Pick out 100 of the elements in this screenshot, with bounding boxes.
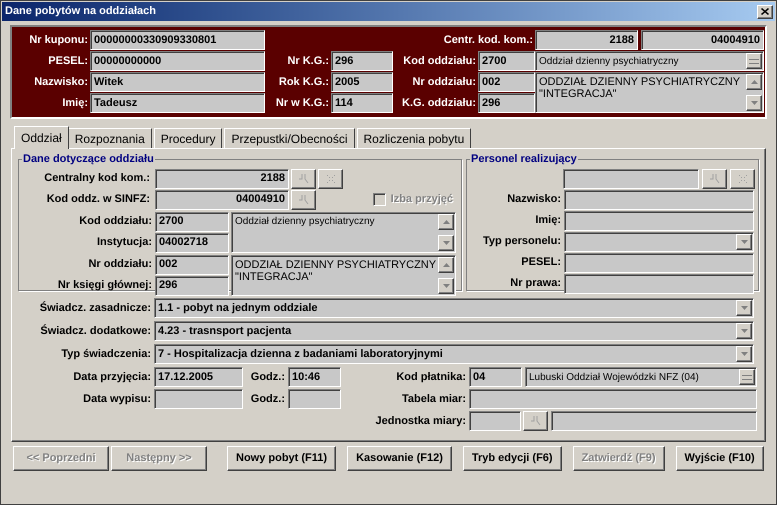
lookup-button[interactable] <box>291 190 316 210</box>
field-label: Kod płatnika: <box>395 370 467 385</box>
spin-button[interactable] <box>746 53 762 69</box>
text-field[interactable] <box>469 411 521 431</box>
text-field[interactable] <box>564 274 754 294</box>
clear-button[interactable] <box>318 168 343 188</box>
dropdown-field[interactable]: Lubuski Oddział Wojewódzki NFZ (04) <box>525 367 757 387</box>
tab[interactable]: Procedury <box>154 128 222 148</box>
close-button[interactable] <box>757 4 773 18</box>
lookup-button[interactable] <box>702 168 727 188</box>
text-field[interactable]: 002 <box>478 72 535 92</box>
text-field[interactable]: 04002718 <box>155 232 229 252</box>
dropdown-button[interactable] <box>736 323 752 339</box>
field-label: Tabela miar: <box>401 392 467 407</box>
spin-button[interactable] <box>739 369 755 385</box>
dropdown-button[interactable] <box>736 346 752 362</box>
scroll-down-button[interactable] <box>438 278 454 294</box>
text-field[interactable]: 00000000330909330801 <box>90 30 265 50</box>
window-title: Dane pobytów na oddziałach <box>5 4 156 20</box>
dropdown-value: 4.23 - trasnsport pacjenta <box>158 324 292 339</box>
command-button[interactable]: Kasowanie (F12) <box>347 446 452 471</box>
caret-up-icon <box>750 80 758 84</box>
dropdown-value: 7 - Hospitalizacja dzienna z badaniami laboratoryjnymi <box>158 346 444 362</box>
text-field[interactable]: 2700 <box>478 51 535 71</box>
command-button[interactable]: Nowy pobyt (F11) <box>227 446 336 471</box>
field-label: Nazwisko: <box>33 74 89 90</box>
text-field[interactable]: Tadeusz <box>90 93 265 113</box>
clear-button[interactable] <box>730 168 755 188</box>
text-field[interactable]: 296 <box>478 93 535 113</box>
scroll-down-button[interactable] <box>746 95 762 111</box>
text-field[interactable] <box>564 210 754 230</box>
tab[interactable]: Rozpoznania <box>68 128 152 148</box>
text-field[interactable]: 04 <box>469 367 522 387</box>
text-field[interactable] <box>564 252 754 272</box>
text-field[interactable]: 114 <box>331 93 393 113</box>
field-label: Typ personelu: <box>482 234 562 250</box>
scroll-up-button[interactable] <box>438 256 454 272</box>
dropdown-button[interactable] <box>736 300 752 316</box>
text-field[interactable]: 04004910 <box>641 30 764 50</box>
lines-icon <box>749 58 759 64</box>
text-field[interactable]: 04004910 <box>155 190 289 210</box>
scroll-down-button[interactable] <box>438 234 454 250</box>
text-field[interactable] <box>154 389 243 409</box>
dropdown-field[interactable]: 4.23 - trasnsport pacjenta <box>154 321 754 341</box>
caret-down-icon <box>740 352 748 356</box>
dropdown-field[interactable] <box>564 232 754 252</box>
dropdown-field[interactable]: Oddział dzienny psychiatryczny <box>535 51 764 71</box>
lookup-button[interactable] <box>523 411 548 431</box>
text-field[interactable]: 002 <box>155 254 229 274</box>
text-field[interactable]: Witek <box>90 72 265 92</box>
field-label: Kod oddziału: <box>402 54 477 69</box>
field-label: Nr oddziału: <box>87 257 153 272</box>
text-field[interactable]: 2700 <box>155 212 229 232</box>
corner-arrow-icon <box>298 194 310 204</box>
command-button[interactable]: Wyjście (F10) <box>676 446 764 471</box>
lookup-button[interactable] <box>291 168 316 188</box>
dropdown-value: Oddział dzienny psychiatryczny <box>539 54 680 68</box>
field-label: K.G. oddziału: <box>401 96 477 111</box>
text-field[interactable]: 2188 <box>535 30 638 50</box>
caret-down-icon <box>442 240 450 244</box>
scroll-up-button[interactable] <box>746 74 762 90</box>
corner-arrow-icon <box>530 416 542 426</box>
text-field[interactable]: 2005 <box>331 72 393 92</box>
text-field[interactable] <box>551 411 757 431</box>
field-label: Imię: <box>534 213 562 228</box>
group-title: Personel realizujący <box>470 152 578 167</box>
text-field[interactable]: 2188 <box>155 168 289 188</box>
dropdown-field[interactable]: 7 - Hospitalizacja dzienna z badaniami laboratoryjnymi <box>154 344 754 364</box>
command-button[interactable]: Tryb edycji (F6) <box>462 446 562 471</box>
text-field[interactable]: 00000000000 <box>90 51 265 71</box>
scroll-up-button[interactable] <box>438 214 454 230</box>
text-field[interactable] <box>469 389 757 409</box>
text-area[interactable]: ODDZIAŁ DZIENNY PSYCHIATRYCZNY "INTEGRACJA" <box>231 254 456 296</box>
text-field[interactable]: 296 <box>331 51 393 71</box>
text-field[interactable]: 10:46 <box>288 367 341 387</box>
text-field[interactable]: 17.12.2005 <box>154 367 243 387</box>
text-field[interactable]: 296 <box>155 276 229 296</box>
group-title: Dane dotyczące oddziału <box>22 152 155 167</box>
description-text: Oddział dzienny psychiatryczny <box>235 214 376 228</box>
caret-down-icon <box>740 306 748 310</box>
field-label: Nr księgi głównej: <box>56 278 153 294</box>
tab[interactable]: Przepustki/Obecności <box>224 128 355 148</box>
field-label: Nr prawa: <box>509 276 562 292</box>
field-label: Centr. kod. kom.: <box>444 32 534 48</box>
field-label: Godz.: <box>250 370 286 385</box>
field-label: Centralny kod kom.: <box>43 171 151 186</box>
tab[interactable]: Oddział <box>14 126 69 149</box>
field-label: Nr kuponu: <box>28 32 89 48</box>
text-area[interactable]: ODDZIAŁ DZIENNY PSYCHIATRYCZNY "INTEGRACJA" <box>535 72 764 113</box>
dropdown-field[interactable]: 1.1 - pobyt na jednym oddziale <box>154 298 754 318</box>
text-field[interactable] <box>564 190 754 210</box>
field-label: Data wypisu: <box>82 392 152 407</box>
tab[interactable]: Rozliczenia pobytu <box>356 128 472 148</box>
dotted-cross-icon <box>326 174 334 182</box>
text-field[interactable] <box>563 168 699 188</box>
text-area[interactable]: Oddział dzienny psychiatryczny <box>231 212 456 252</box>
dropdown-button[interactable] <box>736 234 752 250</box>
text-field[interactable] <box>288 389 341 409</box>
caret-down-icon <box>740 329 748 333</box>
field-label: Nr oddziału: <box>411 74 477 90</box>
